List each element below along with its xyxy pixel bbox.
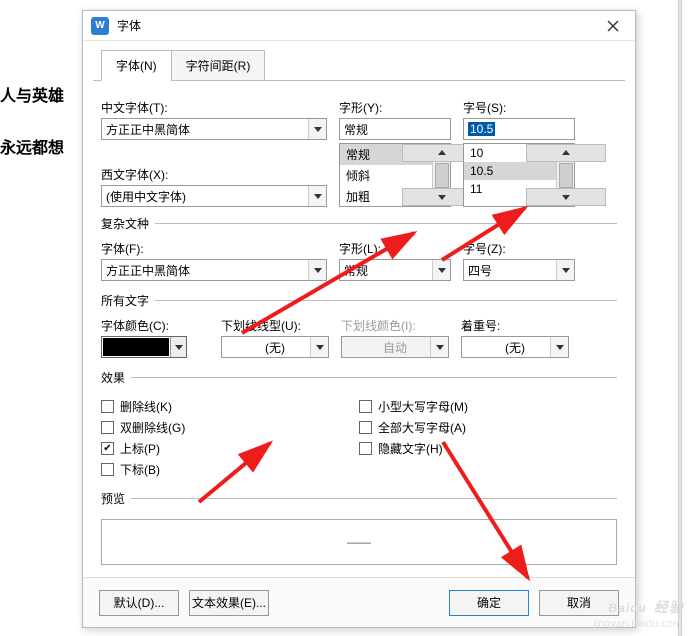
tab-font[interactable]: 字体(N) — [101, 50, 172, 81]
chevron-down-icon — [550, 337, 568, 357]
doc-text-line-2: 永远都想 — [0, 134, 64, 158]
en-font-value: (使用中文字体) — [106, 188, 186, 205]
ulcolor-combo: 自动 — [341, 336, 449, 358]
check-subscript[interactable]: 下标(B) — [101, 461, 359, 478]
emphasis-label: 着重号: — [461, 317, 569, 334]
checkbox-icon — [101, 421, 114, 434]
check-smallcaps[interactable]: 小型大写字母(M) — [359, 398, 617, 415]
style-label: 字形(Y): — [339, 99, 451, 116]
chevron-down-icon — [170, 337, 186, 357]
scroll-up-icon[interactable] — [526, 144, 606, 162]
check-hidden[interactable]: 隐藏文字(H) — [359, 440, 617, 457]
titlebar: W 字体 — [83, 11, 635, 41]
color-label: 字体颜色(C): — [101, 317, 209, 334]
ulcolor-label: 下划线颜色(I): — [341, 317, 449, 334]
emphasis-combo[interactable]: (无) — [461, 336, 569, 358]
complex-style-label: 字形(L): — [339, 240, 451, 257]
chevron-down-icon — [308, 260, 326, 280]
checkbox-icon — [359, 442, 372, 455]
close-button[interactable] — [591, 11, 635, 41]
scrollbar[interactable] — [432, 144, 450, 206]
checkbox-icon — [359, 400, 372, 413]
preview-fieldset: 预览 —— — [101, 490, 617, 565]
cn-font-label: 中文字体(T): — [101, 99, 327, 116]
text-effects-button[interactable]: 文本效果(E)... — [189, 590, 269, 616]
doc-text-line-1: 人与英雄 — [0, 82, 64, 106]
scroll-thumb[interactable] — [435, 163, 449, 189]
preview-sample: —— — [347, 535, 371, 549]
en-font-combo[interactable]: (使用中文字体) — [101, 185, 327, 207]
all-text-legend: 所有文字 — [101, 292, 155, 309]
dialog-footer: 默认(D)... 文本效果(E)... 确定 取消 — [83, 577, 635, 627]
scrollbar-track[interactable] — [678, 0, 682, 636]
size-listbox[interactable]: 10 10.5 11 — [463, 143, 575, 207]
tab-font-label: 字体(N) — [116, 59, 157, 73]
effects-legend: 效果 — [101, 369, 131, 386]
complex-size-combo[interactable]: 四号 — [463, 259, 575, 281]
scroll-thumb[interactable] — [559, 163, 573, 189]
tab-bar: 字体(N) 字符间距(R) — [101, 49, 635, 80]
color-picker[interactable] — [101, 336, 187, 358]
cn-font-value: 方正正中黑简体 — [106, 121, 190, 138]
underline-label: 下划线线型(U): — [221, 317, 329, 334]
chevron-down-icon — [432, 260, 450, 280]
chevron-down-icon — [308, 119, 326, 139]
checkbox-icon — [101, 400, 114, 413]
check-allcaps[interactable]: 全部大写字母(A) — [359, 419, 617, 436]
chevron-down-icon — [556, 260, 574, 280]
tab-spacing[interactable]: 字符间距(R) — [171, 50, 266, 81]
check-superscript[interactable]: 上标(P) — [101, 440, 359, 457]
scrollbar[interactable] — [556, 144, 574, 206]
chevron-down-icon — [310, 337, 328, 357]
tab-spacing-label: 字符间距(R) — [186, 59, 251, 73]
size-label: 字号(S): — [463, 99, 575, 116]
chevron-down-icon — [308, 186, 326, 206]
cancel-button[interactable]: 取消 — [539, 590, 619, 616]
underline-combo[interactable]: (无) — [221, 336, 329, 358]
checkbox-icon — [101, 442, 114, 455]
cn-font-combo[interactable]: 方正正中黑简体 — [101, 118, 327, 140]
close-icon — [607, 20, 619, 32]
all-text-fieldset: 所有文字 字体颜色(C): 下划线线型(U): (无) 下划线颜色(I): 自动… — [101, 292, 617, 361]
complex-style-combo[interactable]: 常规 — [339, 259, 451, 281]
style-listbox[interactable]: 常规 倾斜 加粗 — [339, 143, 451, 207]
font-dialog: W 字体 字体(N) 字符间距(R) 中文字体(T): 方正正中黑简体 字形(Y… — [82, 10, 636, 628]
ok-button[interactable]: 确定 — [449, 590, 529, 616]
check-double-strike[interactable]: 双删除线(G) — [101, 419, 359, 436]
complex-size-label: 字号(Z): — [463, 240, 575, 257]
dialog-title: 字体 — [117, 17, 591, 34]
complex-legend: 复杂文种 — [101, 215, 155, 232]
complex-font-combo[interactable]: 方正正中黑简体 — [101, 259, 327, 281]
check-strike[interactable]: 删除线(K) — [101, 398, 359, 415]
complex-font-label: 字体(F): — [101, 240, 327, 257]
color-swatch — [103, 338, 169, 356]
preview-box: —— — [101, 519, 617, 565]
size-input[interactable]: 10.5 — [463, 118, 575, 140]
default-button[interactable]: 默认(D)... — [99, 590, 179, 616]
style-input[interactable]: 常规 — [339, 118, 451, 140]
complex-fieldset: 复杂文种 字体(F): 方正正中黑简体 字形(L): 常规 字号(Z): 四号 — [101, 215, 617, 284]
preview-legend: 预览 — [101, 490, 131, 507]
effects-fieldset: 效果 删除线(K) 双删除线(G) 上标(P) 下标(B) 小型大写字母(M) … — [101, 369, 617, 482]
style-value: 常规 — [344, 121, 368, 138]
size-value: 10.5 — [468, 122, 495, 136]
checkbox-icon — [359, 421, 372, 434]
en-font-label: 西文字体(X): — [101, 166, 327, 183]
app-icon: W — [91, 17, 109, 35]
scroll-down-icon[interactable] — [526, 188, 606, 206]
checkbox-icon — [101, 463, 114, 476]
chevron-down-icon — [430, 337, 448, 357]
tab-panel: 中文字体(T): 方正正中黑简体 字形(Y): 常规 字号(S): 10.5 常… — [83, 99, 635, 594]
